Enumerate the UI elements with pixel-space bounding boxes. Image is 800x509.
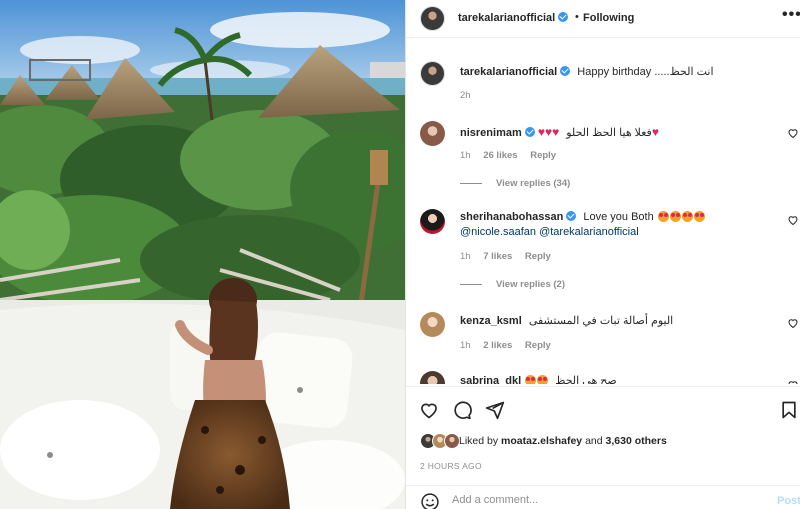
add-comment-row: Post xyxy=(406,485,800,509)
red-heart-emoji: ♥ xyxy=(651,125,659,139)
comment-icon[interactable] xyxy=(452,400,472,420)
red-heart-emoji: ♥♥♥ xyxy=(537,125,560,139)
heart-eyes-emoji xyxy=(681,211,693,222)
reply-button[interactable]: Reply xyxy=(530,150,556,161)
author-username[interactable]: tarekalarianofficial xyxy=(458,12,569,24)
heart-icon[interactable] xyxy=(787,214,799,226)
post-side-panel: tarekalarianofficial • Following ••• tar… xyxy=(405,0,800,509)
comment-line: nisrenimam ♥♥♥ فعلا هيا الحظ الحلو♥ xyxy=(460,125,659,139)
verified-icon xyxy=(524,127,535,137)
comments-list[interactable]: tarekalarianofficial Happy birthday ....… xyxy=(406,39,800,384)
comment-likes[interactable]: 7 likes xyxy=(483,251,512,262)
share-icon[interactable] xyxy=(485,400,505,420)
comment-input[interactable] xyxy=(452,494,752,506)
post-header: tarekalarianofficial • Following ••• xyxy=(406,0,800,38)
comment-text: فعلا هيا الحظ الحلو xyxy=(566,127,652,139)
caption-username[interactable]: tarekalarianofficial xyxy=(460,66,557,78)
liked-by-label: Liked by xyxy=(459,435,499,447)
likes-summary: Liked by moataz.elshafey and 3,630 other… xyxy=(459,435,667,447)
commenter-avatar[interactable] xyxy=(420,209,445,234)
commenter-username[interactable]: sabrina_dkl xyxy=(460,375,521,384)
more-icon[interactable]: ••• xyxy=(782,6,800,24)
comment-line: kenza_ksml اليوم أصالة تبات في المستشفى xyxy=(460,314,673,327)
comment-likes[interactable]: 26 likes xyxy=(483,150,517,161)
comment-mentions: @nicole.saafan @tarekalarianofficial xyxy=(460,226,639,238)
commenter-avatar[interactable] xyxy=(420,371,445,384)
commenter-username[interactable]: sherihanabohassan xyxy=(460,211,563,223)
commenter-username[interactable]: kenza_ksml xyxy=(460,315,522,327)
comment-text: اليوم أصالة تبات في المستشفى xyxy=(528,315,674,327)
caption-line: tarekalarianofficial Happy birthday ....… xyxy=(460,65,714,78)
liked-by-user[interactable]: moataz.elshafey xyxy=(501,435,582,447)
emoji-icon[interactable] xyxy=(420,492,440,509)
caption-time[interactable]: 2h xyxy=(460,90,471,101)
verified-icon xyxy=(566,211,577,221)
heart-eyes-emoji xyxy=(537,375,549,384)
heart-icon[interactable] xyxy=(787,127,799,139)
post-comment-button[interactable]: Post xyxy=(777,495,800,507)
separator-dot: • xyxy=(575,11,579,23)
comment-meta: 1h 2 likes Reply xyxy=(460,340,561,351)
mention-link[interactable]: @tarekalarianofficial xyxy=(539,226,639,238)
verified-icon xyxy=(558,12,569,22)
view-replies-button[interactable]: View replies (34) xyxy=(460,178,570,189)
post-image xyxy=(0,0,405,509)
commenter-username[interactable]: nisrenimam xyxy=(460,127,522,139)
comment-line: sabrina_dkl صح هي الحظ xyxy=(460,374,617,384)
comment-time[interactable]: 1h xyxy=(460,150,471,161)
comment-line: sherihanabohassan Love you Both xyxy=(460,211,705,223)
commenter-avatar[interactable] xyxy=(420,121,445,146)
reply-button[interactable]: Reply xyxy=(525,251,551,262)
likes-and-label: and xyxy=(585,435,603,447)
heart-eyes-emoji xyxy=(657,211,669,222)
post-time-ago[interactable]: 2 HOURS AGO xyxy=(420,461,482,471)
comment-meta: 1h 26 likes Reply xyxy=(460,150,566,161)
caption-meta: 2h xyxy=(460,90,481,101)
like-heart-icon[interactable] xyxy=(419,400,439,420)
likes-count[interactable]: 3,630 others xyxy=(606,435,667,447)
comment-text: Love you Both xyxy=(583,211,654,223)
bookmark-icon[interactable] xyxy=(779,400,799,420)
reply-button[interactable]: Reply xyxy=(525,340,551,351)
verified-icon xyxy=(560,66,571,76)
post-actions: Liked by moataz.elshafey and 3,630 other… xyxy=(406,386,800,509)
heart-eyes-emoji xyxy=(669,211,681,222)
heart-eyes-emoji xyxy=(693,211,705,222)
heart-icon[interactable] xyxy=(787,379,799,384)
comment-likes[interactable]: 2 likes xyxy=(483,340,512,351)
comment-time[interactable]: 1h xyxy=(460,251,471,262)
mention-link[interactable]: @nicole.saafan xyxy=(460,226,536,238)
heart-eyes-emoji xyxy=(525,375,537,384)
comment-text: صح هي الحظ xyxy=(555,375,617,384)
liker-avatar xyxy=(444,433,460,449)
following-button[interactable]: Following xyxy=(583,12,634,24)
caption-avatar[interactable] xyxy=(420,61,445,86)
author-username-text[interactable]: tarekalarianofficial xyxy=(458,12,555,24)
comment-meta: 1h 7 likes Reply xyxy=(460,251,561,262)
view-replies-button[interactable]: View replies (2) xyxy=(460,279,565,290)
commenter-avatar[interactable] xyxy=(420,312,445,337)
heart-icon[interactable] xyxy=(787,317,799,329)
caption-text: Happy birthday .....انت الحظ xyxy=(577,66,714,78)
comment-time[interactable]: 1h xyxy=(460,340,471,351)
post-photo[interactable] xyxy=(0,0,405,509)
author-avatar[interactable] xyxy=(420,6,445,31)
